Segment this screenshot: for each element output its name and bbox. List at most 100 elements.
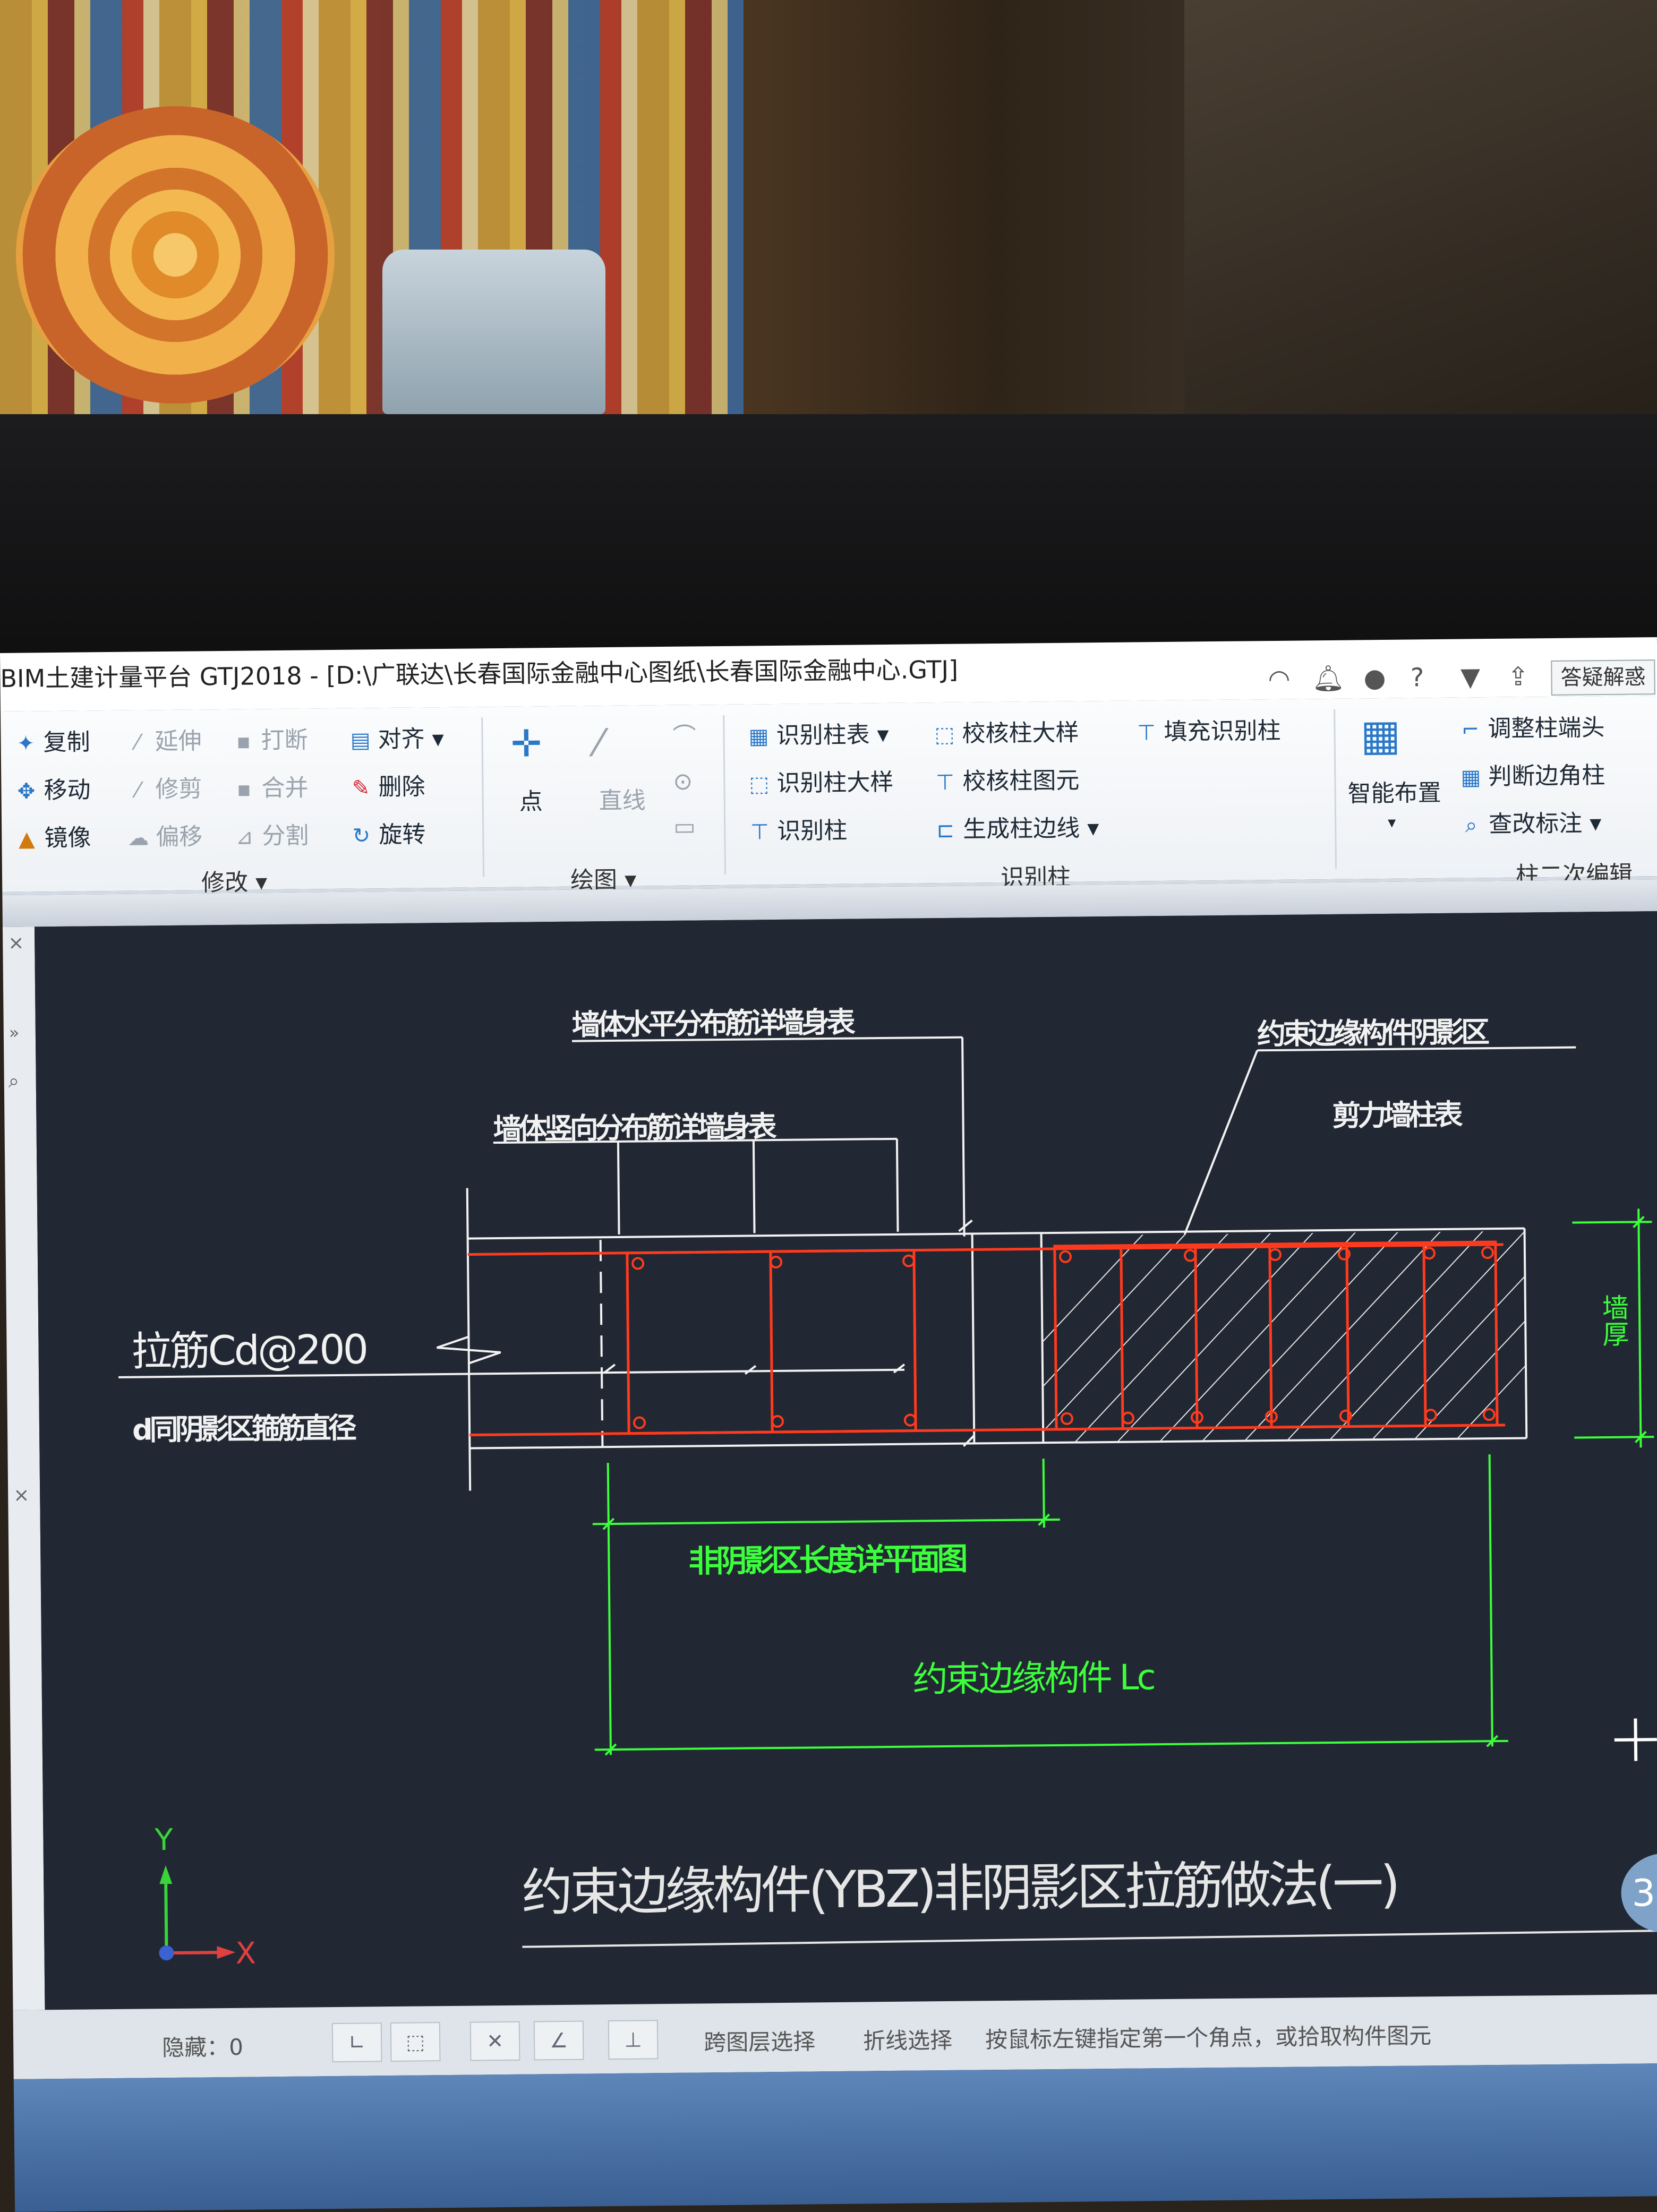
ribbon: ✦ 复制 ⁄ 延伸 ▪ 打断 ▤ 对齐 ▾ ✥ 移动 ⁄ 修剪 ▪ 合并 ✎ 删除 ▲ 镜像 ☁ 偏… xyxy=(1,696,1657,896)
trim-button[interactable]: ⁄ 修剪 xyxy=(123,773,202,806)
mirror-button[interactable]: ▲ 镜像 xyxy=(12,822,91,855)
column-icon: ⊤ xyxy=(750,820,769,845)
cross-layer-select[interactable]: 跨图层选择 xyxy=(704,2024,816,2057)
point-label[interactable]: 点 xyxy=(519,786,543,818)
fill-identify-column-button[interactable]: ⊤ 填充识别柱 xyxy=(1132,715,1281,749)
fill-icon: ⊤ xyxy=(1137,721,1156,745)
window-title: BIM土建计量平台 GTJ2018 - [D:\广联达\长春国际金融中心图纸\长… xyxy=(0,655,959,693)
app-screen: BIM土建计量平台 GTJ2018 - [D:\广联达\长春国际金融中心图纸\长… xyxy=(0,637,1657,2212)
dim-vertical-label: 墙厚 xyxy=(1598,1293,1629,1348)
align-icon: ▤ xyxy=(350,728,371,753)
trim-icon: ⁄ xyxy=(135,778,140,803)
dynamic-input-toggle[interactable]: ⊥ xyxy=(608,2020,659,2060)
adjust-column-end-button[interactable]: ⌐ 调整柱端头 xyxy=(1456,712,1605,746)
diameter-note-label: d同阴影区箍筋直径 xyxy=(132,1411,354,1447)
search-icon: ⌕ xyxy=(1465,813,1477,838)
cross-toggle[interactable]: ✕ xyxy=(469,2021,520,2061)
element-icon: ⊤ xyxy=(935,770,955,795)
move-button[interactable]: ✥ 移动 xyxy=(12,774,91,807)
line-label[interactable]: 直线 xyxy=(599,785,646,817)
split-icon: ⊿ xyxy=(235,825,254,850)
break-icon: ▪ xyxy=(236,729,251,754)
point-icon[interactable]: ✛ xyxy=(510,722,542,766)
user-icon[interactable]: ◠ xyxy=(1264,664,1294,695)
drawing-canvas[interactable]: 墙体水平分布筋详墙身表 墙体竖向分布筋详墙身表 约束边缘构件阴影区 剪力墙柱表 … xyxy=(34,911,1657,2010)
judge-corner-column-button[interactable]: ▦ 判断边角柱 xyxy=(1456,760,1605,794)
break-button[interactable]: ▪ 打断 xyxy=(229,724,308,757)
identify-column-button[interactable]: ⊤ 识别柱 xyxy=(745,815,848,848)
rotate-icon: ↻ xyxy=(352,824,371,848)
non-shadow-length-label: 非阴影区长度详平面图 xyxy=(688,1540,965,1580)
status-hint: 按鼠标左键指定第一个角点，或拾取构件图元 xyxy=(985,2022,1432,2053)
hidden-count: 隐藏：0 xyxy=(161,2034,244,2061)
arc-icon[interactable]: ⌒ xyxy=(672,721,696,752)
dark-wall xyxy=(1184,0,1657,425)
search-icon[interactable]: ⌕ xyxy=(8,1070,20,1093)
help-icon[interactable]: ? xyxy=(1402,663,1432,693)
expand-icon[interactable]: » xyxy=(9,1023,20,1043)
merge-button[interactable]: ▪ 合并 xyxy=(229,772,309,805)
rectangle-icon[interactable]: ▭ xyxy=(673,811,696,843)
mirror-icon: ▲ xyxy=(18,827,35,852)
identify-column-table-button[interactable]: ▦ 识别柱表 ▾ xyxy=(744,719,889,753)
copy-button[interactable]: ✦ 复制 xyxy=(11,726,90,759)
align-button[interactable]: ▤ 对齐 ▾ xyxy=(346,723,444,757)
wall-vertical-label: 墙体竖向分布筋详墙身表 xyxy=(493,1110,774,1146)
edge-icon: ⊏ xyxy=(936,818,955,843)
smart-layout-icon[interactable]: ▦ xyxy=(1360,710,1400,760)
eraser-icon: ✎ xyxy=(352,776,370,801)
generate-column-edge-button[interactable]: ⊏ 生成柱边线 ▾ xyxy=(931,812,1099,846)
check-column-detail-button[interactable]: ⬚ 校核柱大样 xyxy=(930,717,1079,751)
line-icon[interactable]: ⁄ xyxy=(595,721,602,765)
rotate-button[interactable]: ↻ 旋转 xyxy=(347,819,426,852)
upload-icon[interactable]: ⇪ xyxy=(1503,662,1533,692)
separator xyxy=(1334,709,1337,869)
qa-button[interactable]: 答疑解惑 xyxy=(1551,659,1655,696)
polyline-select[interactable]: 折线选择 xyxy=(863,2022,953,2056)
chat-icon[interactable]: ● xyxy=(1360,663,1390,693)
offset-icon: ☁ xyxy=(127,826,149,851)
grid-icon: ▦ xyxy=(1460,765,1481,790)
close-icon[interactable]: × xyxy=(13,1485,30,1506)
background-photo xyxy=(0,0,1657,425)
detail-icon: ⬚ xyxy=(749,772,770,797)
shadow-zone-label: 约束边缘构件阴影区 xyxy=(1257,1015,1487,1051)
ortho-toggle[interactable]: ∟ xyxy=(331,2022,382,2063)
check-label-button[interactable]: ⌕ 查改标注 ▾ xyxy=(1457,808,1602,842)
shell-toy xyxy=(16,106,335,404)
smart-layout-dropdown-icon[interactable]: ▾ xyxy=(1388,807,1396,839)
edge-member-lc-label: 约束边缘构件 Lc xyxy=(912,1657,1155,1700)
axis-x-label: X xyxy=(235,1936,257,1971)
move-icon: ✥ xyxy=(17,779,36,804)
shirt-icon[interactable]: ▼ xyxy=(1455,662,1485,692)
extend-button[interactable]: ⁄ 延伸 xyxy=(123,725,202,758)
smart-layout-button[interactable]: 智能布置 xyxy=(1347,777,1441,810)
split-button[interactable]: ⊿ 分割 xyxy=(230,820,309,853)
axis-y-label: Y xyxy=(155,1822,174,1858)
separator xyxy=(481,717,485,877)
tie-bar-label: 拉筋Cd@200 xyxy=(131,1325,367,1375)
column-table-label: 剪力墙柱表 xyxy=(1332,1098,1460,1133)
identify-column-detail-button[interactable]: ⬚ 识别柱大样 xyxy=(745,767,894,801)
bell-icon[interactable]: 🔔︎ xyxy=(1312,664,1344,694)
monitor-bezel xyxy=(0,414,1657,669)
cup xyxy=(382,250,605,414)
extend-icon: ⁄ xyxy=(135,730,140,755)
circle-icon[interactable]: ⊙ xyxy=(673,766,693,798)
close-icon[interactable]: × xyxy=(8,932,24,954)
merge-icon: ▪ xyxy=(236,777,252,802)
check-icon: ⬚ xyxy=(934,722,955,748)
delete-button[interactable]: ✎ 删除 xyxy=(346,771,425,804)
offset-button[interactable]: ☁ 偏移 xyxy=(124,821,203,854)
adjust-icon: ⌐ xyxy=(1461,717,1480,742)
table-icon: ▦ xyxy=(748,724,769,749)
check-column-element-button[interactable]: ⊤ 校核柱图元 xyxy=(930,765,1080,799)
copy-icon: ✦ xyxy=(16,731,35,756)
snap-toggle[interactable]: ⬚ xyxy=(390,2022,441,2062)
separator xyxy=(723,715,727,874)
angle-toggle[interactable]: ∠ xyxy=(533,2020,584,2061)
cad-drawing xyxy=(118,1036,1657,1961)
windows-taskbar xyxy=(13,2063,1657,2212)
caption-label: 约束边缘构件(YBZ)非阴影区拉筋做法(一) xyxy=(521,1854,1397,1923)
wall-horizontal-label: 墙体水平分布筋详墙身表 xyxy=(571,1005,853,1042)
